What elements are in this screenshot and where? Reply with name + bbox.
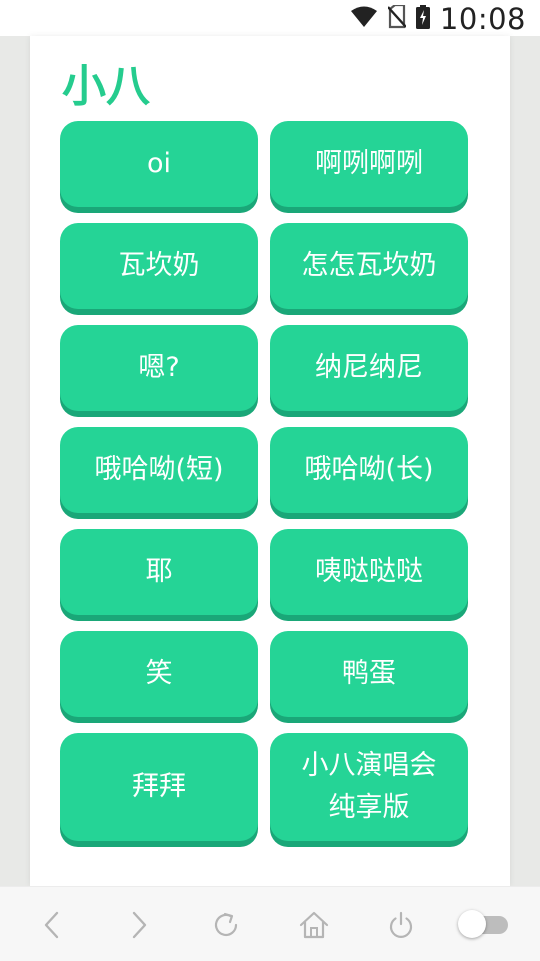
- toggle-knob: [458, 910, 486, 938]
- refresh-icon[interactable]: [206, 905, 246, 945]
- sound-button-laugh[interactable]: 笑: [60, 631, 258, 717]
- sound-button-zenzen-wakanai[interactable]: 怎怎瓦坎奶: [270, 223, 468, 309]
- page-title: 小八: [62, 61, 150, 112]
- toggle-switch[interactable]: [458, 909, 510, 939]
- sound-button-arere[interactable]: 啊咧啊咧: [270, 121, 468, 207]
- sound-button-oi[interactable]: oi: [60, 121, 258, 207]
- sound-button-bye-bye[interactable]: 拜拜: [60, 733, 258, 841]
- status-time: 10:08: [439, 2, 526, 36]
- no-sim-icon: [387, 3, 407, 33]
- power-icon[interactable]: [381, 905, 421, 945]
- status-icons: 10:08: [350, 2, 526, 36]
- forward-icon[interactable]: [119, 905, 159, 945]
- sound-board-card: 小八 oi 啊咧啊咧 瓦坎奶 怎怎瓦坎奶 嗯? 纳尼纳尼 哦哈呦(短) 哦哈呦(…: [30, 36, 510, 886]
- home-icon[interactable]: [294, 905, 334, 945]
- status-bar: 10:08: [0, 0, 540, 36]
- sound-button-yadan[interactable]: 鸭蛋: [270, 631, 468, 717]
- sound-button-en[interactable]: 嗯?: [60, 325, 258, 411]
- browser-nav-bar: [0, 886, 540, 961]
- sound-button-yi-da-da-da[interactable]: 咦哒哒哒: [270, 529, 468, 615]
- sound-button-wakanai[interactable]: 瓦坎奶: [60, 223, 258, 309]
- back-icon[interactable]: [32, 905, 72, 945]
- wifi-icon: [350, 6, 378, 32]
- sound-button-nani-nani[interactable]: 纳尼纳尼: [270, 325, 468, 411]
- sound-button-ye[interactable]: 耶: [60, 529, 258, 615]
- sound-button-ohayo-short[interactable]: 哦哈呦(短): [60, 427, 258, 513]
- sound-button-concert-pure[interactable]: 小八演唱会 纯享版: [270, 733, 468, 841]
- battery-charging-icon: [415, 5, 430, 33]
- sound-button-ohayo-long[interactable]: 哦哈呦(长): [270, 427, 468, 513]
